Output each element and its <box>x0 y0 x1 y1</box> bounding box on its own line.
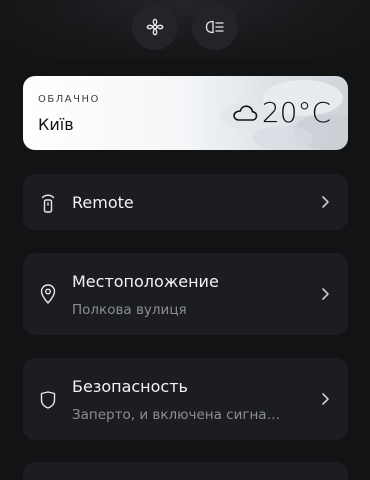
weather-city: Київ <box>38 115 74 134</box>
chevron-right-icon <box>322 288 329 300</box>
security-subtitle: Заперто, и включена сигна… <box>72 407 281 423</box>
weather-summary: 20°C <box>232 98 331 128</box>
fan-icon <box>146 18 164 36</box>
fan-button[interactable] <box>132 4 178 50</box>
location-title: Местоположение <box>72 272 219 291</box>
headlights-icon <box>205 20 224 34</box>
location-row[interactable]: Местоположение Полкова вулиця <box>23 253 348 335</box>
weather-condition: ОБЛАЧНО <box>38 94 100 105</box>
remote-row[interactable]: Remote <box>23 174 348 230</box>
cloud-icon <box>233 105 258 121</box>
top-background <box>0 0 370 60</box>
shield-icon <box>40 391 56 409</box>
remote-key-icon <box>41 194 55 213</box>
chevron-right-icon <box>322 196 329 208</box>
security-title: Безопасность <box>72 377 188 396</box>
security-row[interactable]: Безопасность Заперто, и включена сигна… <box>23 358 348 440</box>
weather-temperature: 20°C <box>261 96 331 129</box>
location-pin-icon <box>40 284 56 304</box>
next-row-partial[interactable] <box>23 462 348 480</box>
headlights-button[interactable] <box>192 4 238 50</box>
weather-card[interactable]: ОБЛАЧНО Київ 20°C <box>23 76 348 150</box>
location-subtitle: Полкова вулиця <box>72 302 187 318</box>
chevron-right-icon <box>322 393 329 405</box>
remote-title: Remote <box>72 193 134 212</box>
